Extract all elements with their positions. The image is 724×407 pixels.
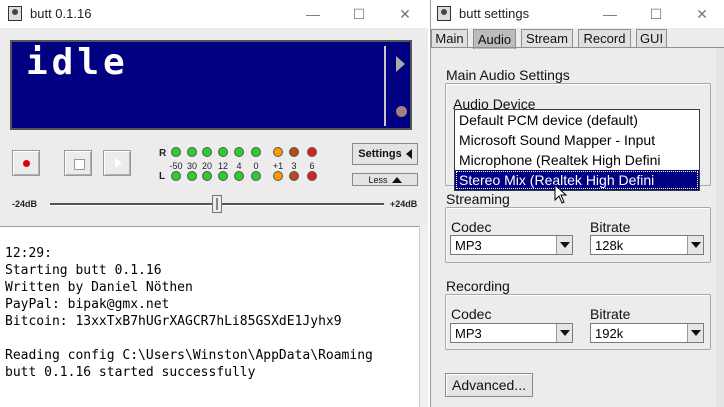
- audio-device-dropdown-list[interactable]: Default PCM device (default) Microsoft S…: [454, 109, 700, 191]
- recording-bitrate-select[interactable]: 192k: [590, 323, 704, 343]
- close-button[interactable]: ✕: [679, 0, 724, 28]
- dropdown-option[interactable]: Microphone (Realtek High Defini: [455, 150, 699, 170]
- streaming-group-title: Streaming: [445, 191, 511, 207]
- recording-group-title: Recording: [445, 278, 511, 294]
- dropdown-option[interactable]: Microsoft Sound Mapper - Input: [455, 130, 699, 150]
- butt-main-window: butt 0.1.16 — ☐ ✕ idle R L -50 30 20 12 …: [0, 0, 428, 407]
- vu-channel-r-label: R: [159, 148, 167, 159]
- recording-codec-value: MP3: [455, 326, 482, 341]
- gain-max-label: +24dB: [390, 199, 418, 209]
- log-line: Reading config C:\Users\Winston\AppData\…: [5, 348, 373, 363]
- vu-led: [307, 147, 317, 157]
- dropdown-option[interactable]: Default PCM device (default): [455, 110, 699, 130]
- minimize-button[interactable]: —: [587, 0, 633, 28]
- less-button-label: Less: [368, 174, 388, 185]
- collapse-up-icon: [391, 176, 402, 183]
- title-bar: butt 0.1.16 — ☐ ✕: [0, 0, 428, 28]
- vu-led: [307, 171, 317, 181]
- recording-bitrate-value: 192k: [595, 326, 624, 341]
- window-title: butt settings: [459, 6, 530, 21]
- chevron-down-icon: [556, 236, 572, 254]
- vu-scale-label: 0: [253, 161, 259, 171]
- vu-channel-l-label: L: [159, 171, 166, 182]
- window-title: butt 0.1.16: [30, 6, 92, 21]
- tab-panel-border: [430, 47, 724, 48]
- gain-min-label: -24dB: [12, 199, 38, 209]
- collapse-left-icon: [405, 149, 412, 159]
- vu-led: [234, 147, 244, 157]
- streaming-bitrate-label: Bitrate: [590, 219, 631, 235]
- advanced-button[interactable]: Advanced...: [445, 373, 533, 397]
- vu-led: [234, 171, 244, 181]
- streaming-codec-select[interactable]: MP3: [450, 235, 573, 255]
- settings-button[interactable]: Settings: [352, 143, 418, 165]
- tab-main[interactable]: Main: [431, 29, 468, 48]
- title-bar: butt settings — ☐ ✕: [431, 0, 724, 28]
- less-button[interactable]: Less: [352, 173, 418, 186]
- gain-slider-handle[interactable]: [212, 195, 222, 213]
- vu-led: [218, 147, 228, 157]
- recording-codec-select[interactable]: MP3: [450, 323, 573, 343]
- log-line: Starting butt 0.1.16: [5, 263, 162, 278]
- vu-led: [187, 171, 197, 181]
- settings-scrollbar[interactable]: [716, 48, 724, 407]
- streaming-codec-label: Codec: [451, 219, 492, 235]
- log-line: PayPal: bipak@gmx.net: [5, 297, 170, 312]
- speaker-app-icon: [8, 6, 22, 21]
- tab-audio[interactable]: Audio: [473, 29, 516, 49]
- chevron-down-icon: [687, 236, 703, 254]
- maximize-button[interactable]: ☐: [336, 0, 382, 28]
- play-button[interactable]: [103, 150, 131, 176]
- vu-led: [251, 171, 261, 181]
- log-line: 12:29:: [5, 246, 52, 261]
- record-button[interactable]: [12, 150, 40, 176]
- vu-led: [202, 171, 212, 181]
- vu-led: [171, 147, 181, 157]
- settings-button-label: Settings: [358, 148, 402, 160]
- vu-led: [289, 171, 299, 181]
- log-line: Written by Daniel Nöthen: [5, 280, 193, 295]
- vu-scale-label: 4: [236, 161, 242, 171]
- vu-led: [273, 171, 283, 181]
- log-line: Bitcoin: 13xxTxB7hUGrXAGCR7hLi85GSXdE1Jy…: [5, 314, 342, 329]
- close-button[interactable]: ✕: [382, 0, 428, 28]
- vu-led: [187, 147, 197, 157]
- vu-led: [202, 147, 212, 157]
- status-text: idle: [26, 42, 129, 83]
- minimize-button[interactable]: —: [290, 0, 336, 28]
- recording-bitrate-label: Bitrate: [590, 306, 631, 322]
- streaming-bitrate-value: 128k: [595, 238, 624, 253]
- streaming-bitrate-select[interactable]: 128k: [590, 235, 704, 255]
- chevron-down-icon: [687, 324, 703, 342]
- vu-led: [289, 147, 299, 157]
- main-audio-group-title: Main Audio Settings: [445, 67, 571, 83]
- indicator-dot-icon: [396, 106, 407, 117]
- tab-record[interactable]: Record: [578, 29, 631, 48]
- info-arrow-icon[interactable]: [396, 56, 405, 72]
- vu-led: [218, 171, 228, 181]
- maximize-button[interactable]: ☐: [633, 0, 679, 28]
- chevron-down-icon: [556, 324, 572, 342]
- log-output[interactable]: 12:29: Starting butt 0.1.16 Written by D…: [0, 226, 419, 407]
- vu-led: [251, 147, 261, 157]
- speaker-app-icon: [437, 6, 451, 21]
- status-display: idle: [10, 40, 412, 130]
- dropdown-option-selected[interactable]: Stereo Mix (Realtek High Defini: [455, 170, 699, 190]
- vu-led: [273, 147, 283, 157]
- vu-led: [171, 171, 181, 181]
- log-scrollbar[interactable]: [419, 226, 428, 407]
- tab-stream[interactable]: Stream: [521, 29, 573, 48]
- display-divider: [384, 46, 386, 126]
- tab-gui[interactable]: GUI: [636, 29, 667, 48]
- stop-button[interactable]: [64, 150, 92, 176]
- streaming-codec-value: MP3: [455, 238, 482, 253]
- recording-codec-label: Codec: [451, 306, 492, 322]
- vu-scale-label: 3: [291, 161, 297, 171]
- log-line: butt 0.1.16 started successfully: [5, 365, 256, 380]
- vu-scale-label: 6: [309, 161, 315, 171]
